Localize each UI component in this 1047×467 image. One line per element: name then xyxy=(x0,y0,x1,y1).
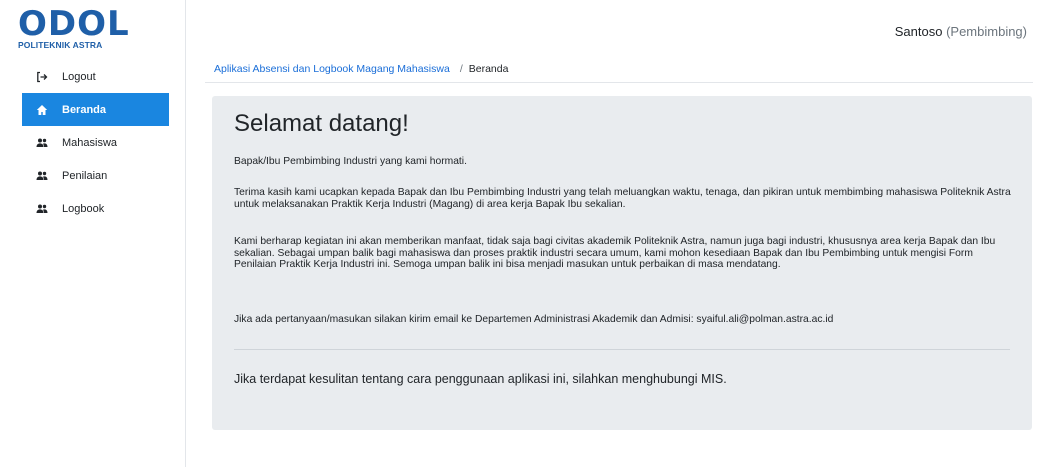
greeting-text: Bapak/Ibu Pembimbing Industri yang kami … xyxy=(234,156,467,167)
sidebar-item-logbook[interactable]: Logbook xyxy=(22,192,169,225)
contact-text: Jika ada pertanyaan/masukan silakan kiri… xyxy=(234,314,834,325)
sidebar-item-label: Logout xyxy=(62,70,96,83)
logo-text: ODOL xyxy=(18,4,130,44)
sidebar-item-label: Penilaian xyxy=(62,169,108,182)
sidebar-item-label: Logbook xyxy=(62,202,105,215)
users-icon xyxy=(36,170,48,182)
sidebar-item-logout[interactable]: Logout xyxy=(22,60,169,93)
sidebar-item-mahasiswa[interactable]: Mahasiswa xyxy=(22,126,169,159)
breadcrumb-current: Beranda xyxy=(468,63,509,75)
thanks-paragraph: Terima kasih kami ucapkan kepada Bapak d… xyxy=(234,187,1011,210)
sidebar-item-label: Mahasiswa xyxy=(62,136,118,149)
home-icon xyxy=(36,104,48,116)
welcome-card: Selamat datang! Bapak/Ibu Pembimbing Ind… xyxy=(212,96,1032,430)
user-menu[interactable]: Santoso (Pembimbing) xyxy=(895,24,1027,39)
hope-paragraph: Kami berharap kegiatan ini akan memberik… xyxy=(234,236,996,270)
user-role: (Pembimbing) xyxy=(946,24,1027,39)
breadcrumb-separator: / xyxy=(459,63,463,75)
divider xyxy=(234,349,1010,350)
sidebar-item-beranda[interactable]: Beranda xyxy=(22,93,169,126)
users-icon xyxy=(36,203,48,215)
user-name: Santoso xyxy=(894,24,943,39)
app-root: ODOL POLITEKNIK ASTRA Logout Beranda Mah… xyxy=(0,0,1047,467)
logout-icon xyxy=(36,71,48,83)
breadcrumb-divider xyxy=(205,82,1033,83)
sidebar-item-penilaian[interactable]: Penilaian xyxy=(22,159,169,192)
sidebar-nav: Logout Beranda Mahasiswa Penilaian Logbo… xyxy=(22,60,169,225)
brand-logo[interactable]: ODOL POLITEKNIK ASTRA xyxy=(18,4,130,50)
help-text: Jika terdapat kesulitan tentang cara pen… xyxy=(234,372,727,386)
breadcrumb-app-link[interactable]: Aplikasi Absensi dan Logbook Magang Maha… xyxy=(214,63,450,75)
breadcrumb: Aplikasi Absensi dan Logbook Magang Maha… xyxy=(214,63,508,75)
sidebar-item-label: Beranda xyxy=(62,103,107,116)
users-icon xyxy=(36,137,48,149)
page-title: Selamat datang! xyxy=(234,110,409,137)
sidebar: ODOL POLITEKNIK ASTRA Logout Beranda Mah… xyxy=(0,0,186,467)
